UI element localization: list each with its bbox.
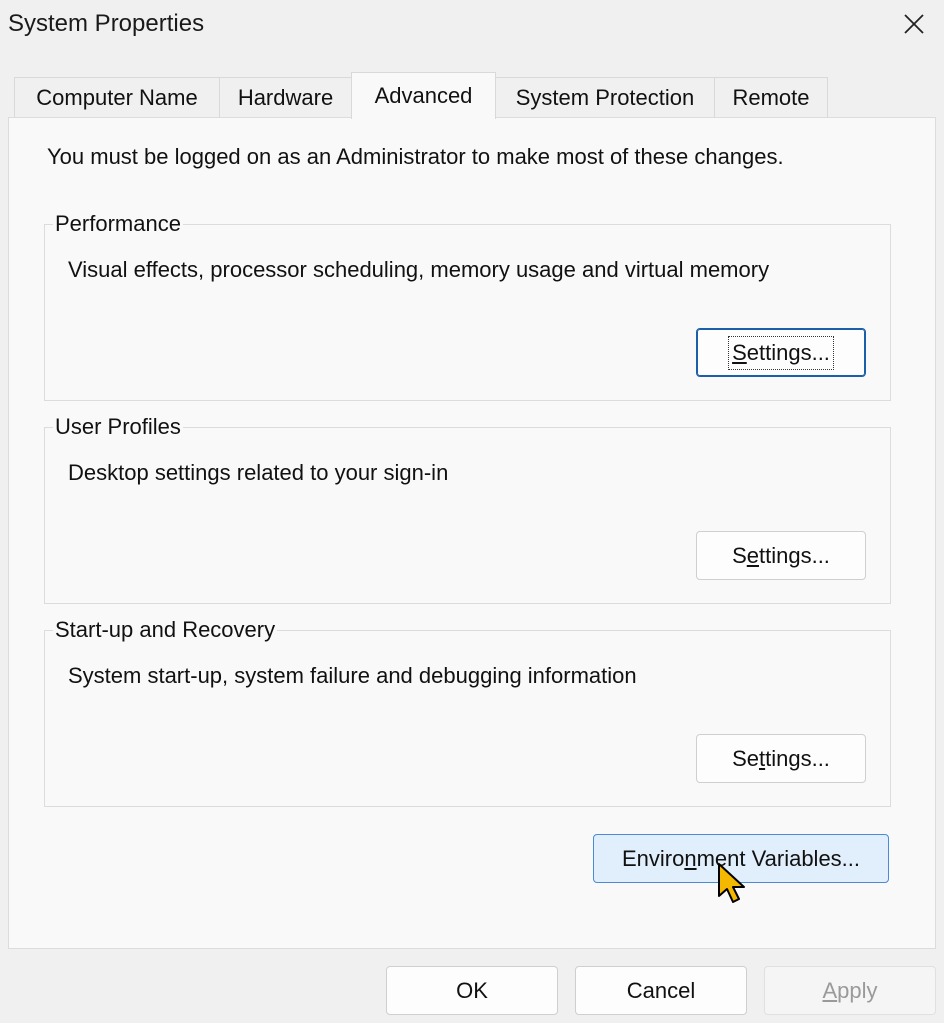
tab-computer-name[interactable]: Computer Name xyxy=(14,77,220,118)
close-button[interactable] xyxy=(892,4,936,44)
cancel-button[interactable]: Cancel xyxy=(575,966,747,1015)
performance-group: Performance Visual effects, processor sc… xyxy=(44,211,891,401)
user-profiles-settings-button[interactable]: Settings... xyxy=(696,531,866,580)
tab-hardware[interactable]: Hardware xyxy=(219,77,352,118)
startup-recovery-settings-button[interactable]: Settings... xyxy=(696,734,866,783)
admin-note: You must be logged on as an Administrato… xyxy=(47,144,784,169)
advanced-panel: You must be logged on as an Administrato… xyxy=(8,117,936,949)
environment-variables-button[interactable]: Environment Variables... xyxy=(593,834,889,883)
group-description: Visual effects, processor scheduling, me… xyxy=(68,257,770,282)
tab-strip: Computer Name Hardware Advanced System P… xyxy=(14,72,914,119)
user-profiles-group: User Profiles Desktop settings related t… xyxy=(44,414,891,604)
group-title: Start-up and Recovery xyxy=(53,617,278,643)
ok-button[interactable]: OK xyxy=(386,966,558,1015)
group-title: User Profiles xyxy=(53,414,183,440)
tab-system-protection[interactable]: System Protection xyxy=(495,77,715,118)
group-description: Desktop settings related to your sign-in xyxy=(68,460,449,485)
tab-advanced[interactable]: Advanced xyxy=(351,72,496,119)
performance-settings-button[interactable]: Settings... xyxy=(696,328,866,377)
title-bar: System Properties xyxy=(0,0,944,50)
window-title: System Properties xyxy=(8,10,205,37)
apply-button[interactable]: Apply xyxy=(764,966,936,1015)
group-title: Performance xyxy=(53,211,183,237)
tab-remote[interactable]: Remote xyxy=(714,77,828,118)
startup-recovery-group: Start-up and Recovery System start-up, s… xyxy=(44,617,891,807)
group-description: System start-up, system failure and debu… xyxy=(68,663,637,688)
close-icon xyxy=(904,14,924,34)
